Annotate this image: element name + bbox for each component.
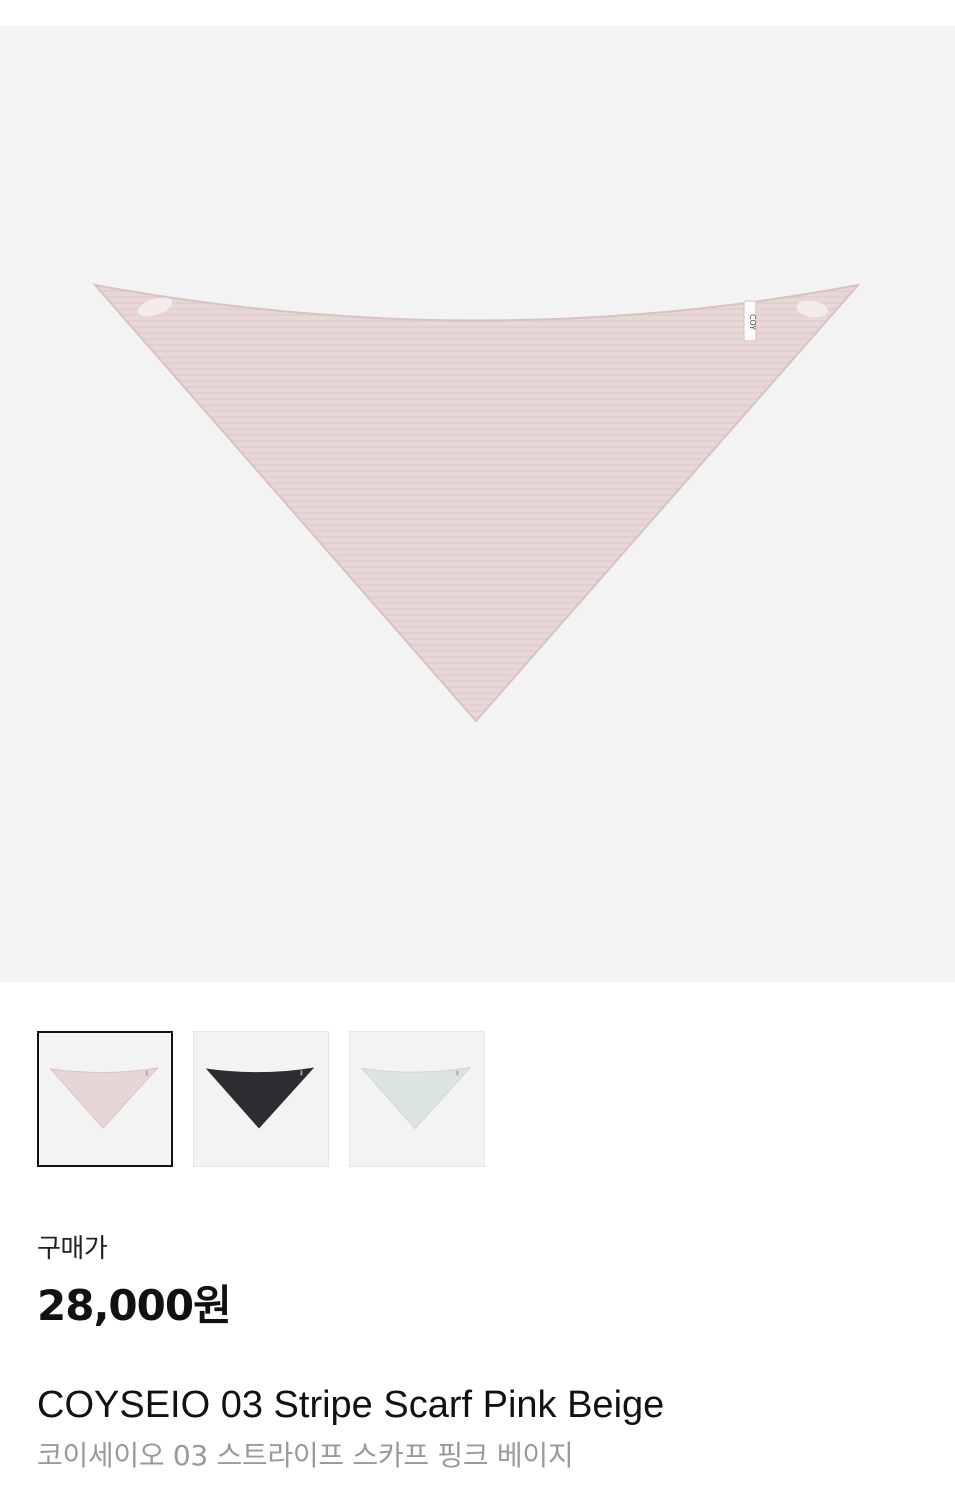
price-value: 28,000원	[37, 1281, 232, 1330]
thumbnail-black[interactable]	[193, 1031, 329, 1167]
product-name-english: COYSEIO 03 Stripe Scarf Pink Beige	[37, 1384, 665, 1426]
scarf-thumbnail-icon	[360, 1066, 472, 1130]
scarf-thumbnail-icon	[205, 1067, 315, 1129]
thumbnail-pink-beige[interactable]	[37, 1031, 173, 1167]
svg-text:COY: COY	[748, 314, 757, 330]
product-main-image[interactable]: COY	[0, 26, 955, 982]
thumbnail-mint[interactable]	[349, 1031, 485, 1167]
scarf-thumbnail-icon	[49, 1067, 159, 1129]
scarf-image: COY	[92, 283, 861, 723]
product-name-korean: 코이세이오 03 스트라이프 스카프 핑크 베이지	[37, 1439, 574, 1472]
thumbnail-strip	[37, 1031, 485, 1167]
brand-tag: COY	[743, 300, 757, 342]
price-label: 구매가	[37, 1234, 108, 1264]
